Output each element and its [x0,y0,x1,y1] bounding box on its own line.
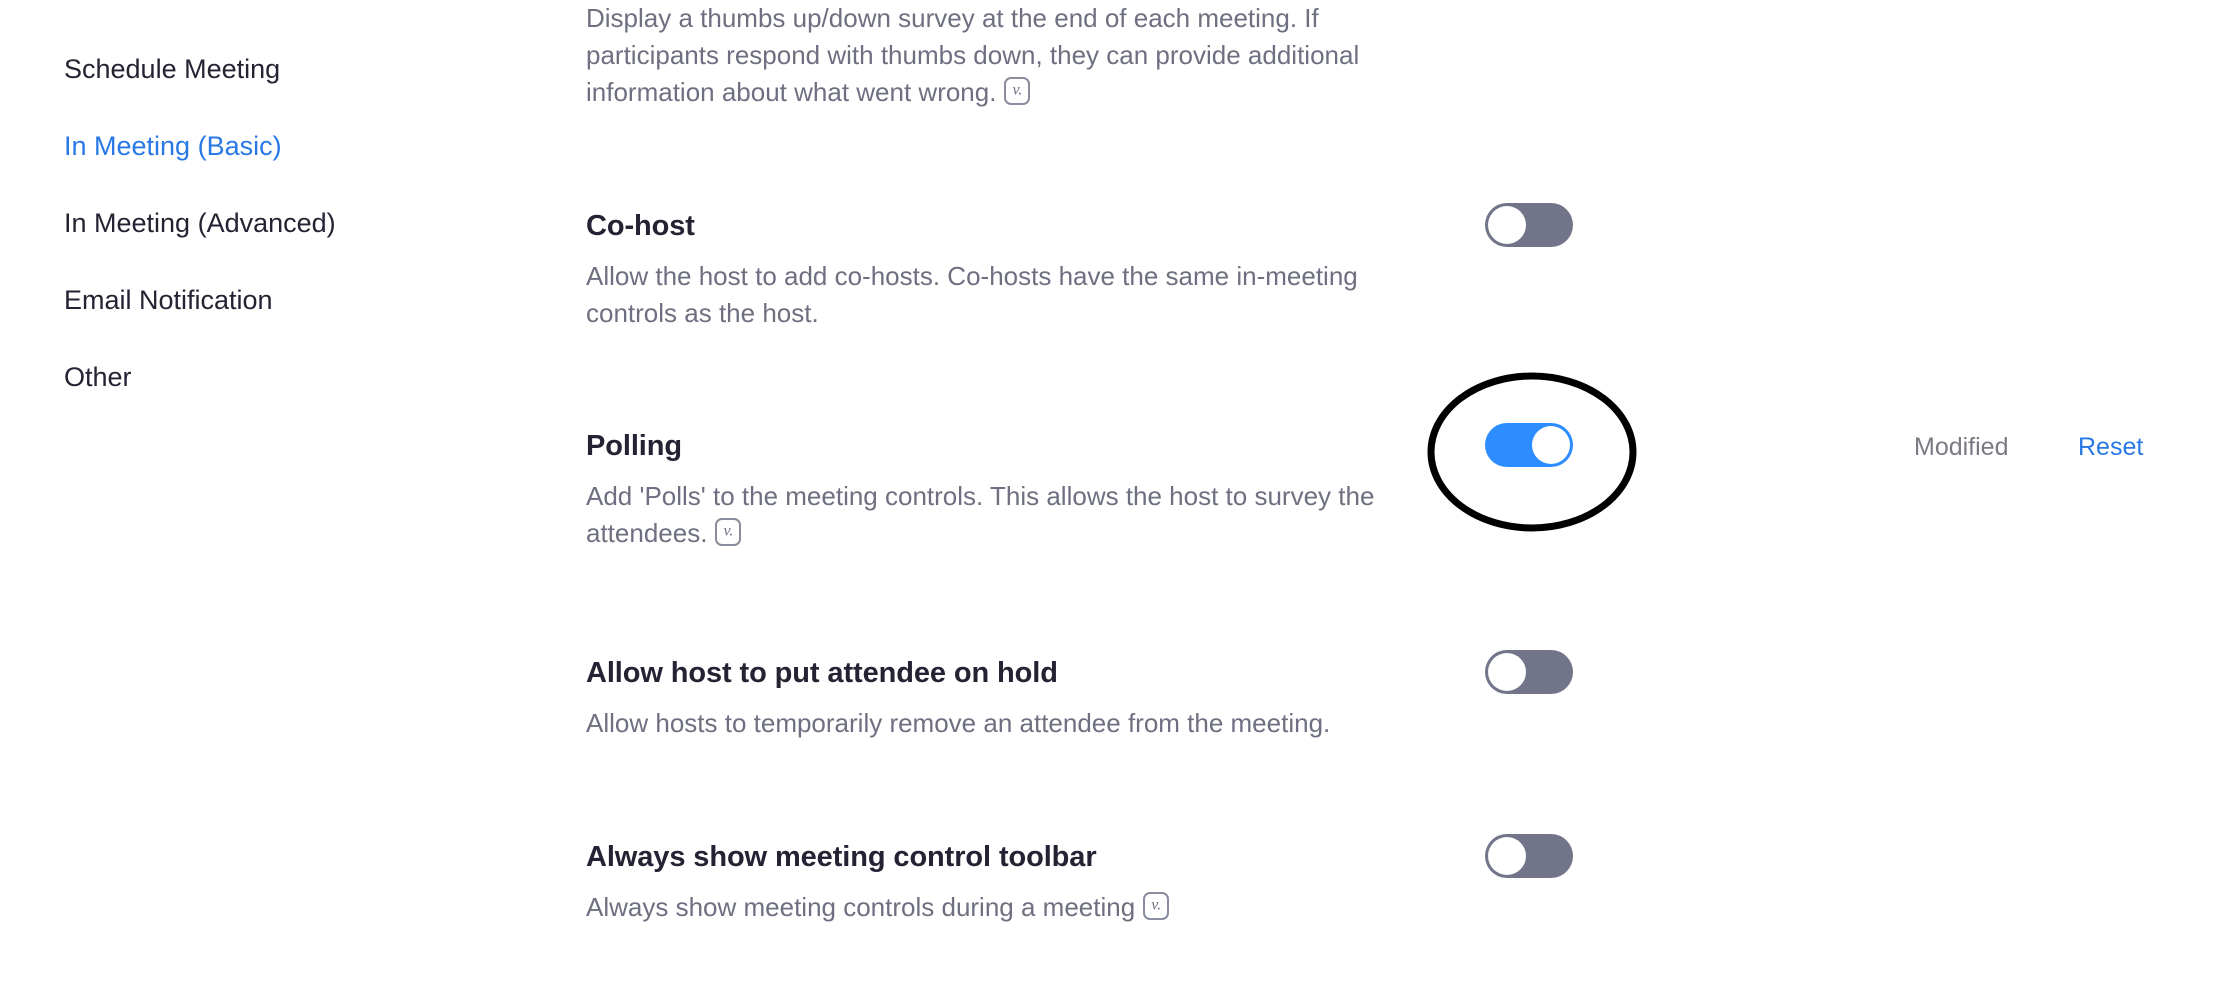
attendee-on-hold-toggle[interactable] [1485,650,1573,694]
toggle-knob [1488,837,1526,875]
setting-description: Always show meeting controls during a me… [586,889,1441,926]
setting-row-attendee-on-hold: Allow host to put attendee on hold Allow… [586,654,2146,742]
setting-row-meeting-survey: Display a thumbs up/down survey at the e… [586,0,2146,111]
setting-description-text: Always show meeting controls during a me… [586,892,1136,922]
setting-description: Add 'Polls' to the meeting controls. Thi… [586,478,1441,552]
always-show-toolbar-toggle[interactable] [1485,834,1573,878]
polling-reset-button[interactable]: Reset [2078,432,2143,462]
settings-page: Schedule Meeting In Meeting (Basic) In M… [0,0,2214,982]
settings-list: Display a thumbs up/down survey at the e… [0,0,2214,982]
polling-toggle[interactable] [1485,423,1573,467]
setting-description-text: Add 'Polls' to the meeting controls. Thi… [586,481,1375,548]
video-tutorial-icon[interactable] [715,518,742,546]
co-host-toggle[interactable] [1485,203,1573,247]
toggle-knob [1488,206,1526,244]
toggle-knob [1488,653,1526,691]
setting-description-text: Display a thumbs up/down survey at the e… [586,3,1360,107]
setting-row-always-show-toolbar: Always show meeting control toolbar Alwa… [586,838,2146,926]
setting-title: Allow host to put attendee on hold [586,657,1058,689]
setting-description: Display a thumbs up/down survey at the e… [586,0,1456,111]
setting-description: Allow the host to add co-hosts. Co-hosts… [586,261,1358,328]
toggle-knob [1532,426,1570,464]
setting-title: Co-host [586,210,695,242]
setting-title: Polling [586,430,682,462]
video-tutorial-icon[interactable] [1143,892,1170,920]
video-tutorial-icon[interactable] [1004,77,1031,105]
setting-description: Allow hosts to temporarily remove an att… [586,708,1331,738]
polling-modified-label: Modified [1914,433,2009,461]
setting-row-co-host: Co-host Allow the host to add co-hosts. … [586,207,2146,332]
setting-title: Always show meeting control toolbar [586,841,1097,873]
setting-row-polling: Polling Add 'Polls' to the meeting contr… [586,427,2146,552]
